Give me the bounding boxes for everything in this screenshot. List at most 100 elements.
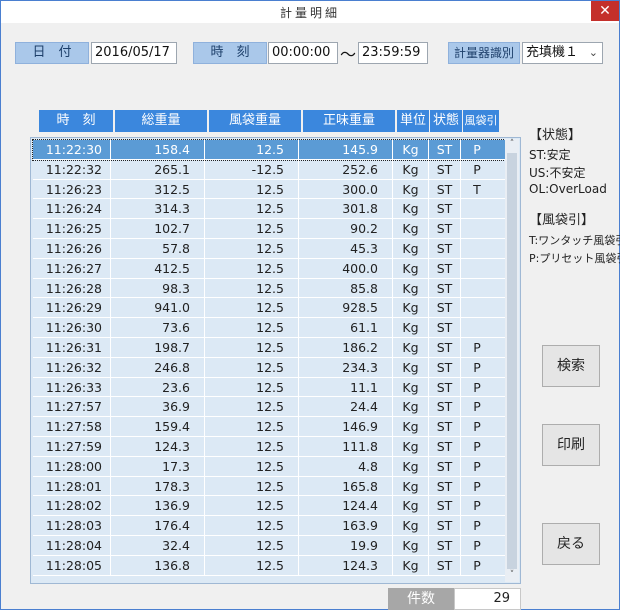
vertical-scrollbar[interactable]: ˄ ˅ [505,139,519,582]
cell-net: 11.1 [299,377,393,397]
cell-unit: Kg [393,377,429,397]
cell-gross: 246.8 [111,357,205,377]
table-row[interactable]: 11:28:04 32.4 12.5 19.9 Kg ST P [33,535,505,556]
cell-unit: Kg [393,140,429,159]
col-header-tare-type[interactable]: 風袋引 [463,110,499,132]
table-row[interactable]: 11:26:25 102.7 12.5 90.2 Kg ST [33,219,505,239]
cell-status: ST [429,337,461,357]
table-row[interactable]: 11:26:23 312.5 12.5 300.0 Kg ST T [33,179,505,200]
tare-legend-title: 【風袋引】 [529,213,595,228]
time-from-field[interactable]: 00:00:00 [268,42,338,64]
cell-net: 124.4 [299,496,393,516]
col-header-tare[interactable]: 風袋重量 [209,110,301,132]
cell-tare-type [461,219,493,238]
detail-window: 計量明細 ✕ 日 付 2016/05/17 時 刻 00:00:00 ～ 23:… [0,0,620,610]
time-to-field[interactable]: 23:59:59 [358,42,428,64]
cell-time: 11:26:31 [33,337,111,357]
cell-status: ST [429,357,461,377]
cell-tare: 12.5 [205,535,299,555]
table-row[interactable]: 11:27:59 124.3 12.5 111.8 Kg ST P [33,436,505,457]
cell-unit: Kg [393,417,429,436]
cell-time: 11:28:05 [33,555,111,575]
col-header-status[interactable]: 状態 [430,110,462,132]
cell-gross: 136.9 [111,496,205,516]
table-row[interactable]: 11:26:30 73.6 12.5 61.1 Kg ST [33,318,505,338]
cell-status: ST [429,436,461,456]
cell-tare-type: P [473,498,481,514]
tare-legend-item: P:プリセット風袋引 [529,252,620,265]
back-button[interactable]: 戻る [542,523,600,565]
scroll-thumb[interactable] [507,153,517,569]
machine-label: 計量器識別 [448,42,520,64]
status-legend-title: 【状態】 [529,128,582,143]
cell-unit: Kg [393,456,429,476]
print-button[interactable]: 印刷 [542,424,600,466]
cell-gross: 23.6 [111,377,205,397]
table-row[interactable]: 11:26:29 941.0 12.5 928.5 Kg ST [33,298,505,319]
cell-time: 11:27:58 [33,417,111,436]
cell-gross: 73.6 [111,318,205,337]
table-row[interactable]: 11:26:33 23.6 12.5 11.1 Kg ST P [33,377,505,398]
cell-time: 11:28:03 [33,516,111,535]
cell-status: ST [429,159,461,179]
cell-tare-type: P [473,557,481,573]
table-row[interactable]: 11:28:03 176.4 12.5 163.9 Kg ST P [33,516,505,536]
cell-time: 11:26:25 [33,219,111,238]
cell-gross: 198.7 [111,337,205,357]
cell-tare: 12.5 [205,516,299,535]
table-row[interactable]: 11:26:32 246.8 12.5 234.3 Kg ST P [33,357,505,378]
cell-tare: 12.5 [205,417,299,436]
cell-gross: 176.4 [111,516,205,535]
table-row[interactable]: 11:28:05 136.8 12.5 124.3 Kg ST P [33,555,505,576]
table-row[interactable]: 11:22:30 158.4 12.5 145.9 Kg ST P [32,139,506,161]
range-tilde: ～ [340,45,357,64]
cell-tare-type [461,318,493,337]
table-row[interactable]: 11:26:24 314.3 12.5 301.8 Kg ST [33,199,505,220]
weighing-table[interactable]: 11:22:30 158.4 12.5 145.9 Kg ST P 11:22:32 265.1… [30,137,521,584]
cell-net: 163.9 [299,516,393,535]
cell-tare-type [461,199,493,218]
close-button[interactable]: ✕ [591,1,619,21]
cell-net: 145.9 [299,140,393,159]
cell-unit: Kg [393,298,429,318]
client-area: 日 付 2016/05/17 時 刻 00:00:00 ～ 23:59:59 計… [1,23,620,610]
col-header-time[interactable]: 時 刻 [39,110,113,132]
search-button[interactable]: 検索 [542,345,600,387]
cell-status: ST [429,476,461,496]
cell-unit: Kg [393,258,429,278]
table-row[interactable]: 11:27:58 159.4 12.5 146.9 Kg ST P [33,417,505,437]
cell-status: ST [429,278,461,298]
cell-status: ST [429,397,461,417]
cell-unit: Kg [393,318,429,337]
cell-tare-type: P [473,419,481,435]
table-row[interactable]: 11:26:31 198.7 12.5 186.2 Kg ST P [33,337,505,358]
cell-gross: 412.5 [111,258,205,278]
cell-unit: Kg [393,337,429,357]
cell-gross: 314.3 [111,199,205,219]
table-row[interactable]: 11:28:00 17.3 12.5 4.8 Kg ST P [33,456,505,477]
col-header-unit[interactable]: 単位 [397,110,429,132]
cell-unit: Kg [393,555,429,575]
count-value: 29 [454,588,521,610]
scroll-down-icon[interactable]: ˅ [505,570,519,582]
table-row[interactable]: 11:26:27 412.5 12.5 400.0 Kg ST [33,258,505,279]
scroll-up-icon[interactable]: ˄ [505,139,519,151]
cell-tare: -12.5 [205,159,299,179]
table-row[interactable]: 11:22:32 265.1 -12.5 252.6 Kg ST P [33,159,505,180]
cell-tare: 12.5 [205,179,299,199]
table-row[interactable]: 11:28:01 178.3 12.5 165.8 Kg ST P [33,476,505,497]
cell-unit: Kg [393,238,429,258]
col-header-gross[interactable]: 総重量 [115,110,207,132]
col-header-net[interactable]: 正味重量 [303,110,395,132]
cell-net: 24.4 [299,397,393,417]
machine-select[interactable]: 充填機１ ⌄ [522,42,603,64]
table-row[interactable]: 11:26:28 98.3 12.5 85.8 Kg ST [33,278,505,299]
cell-tare: 12.5 [205,456,299,476]
date-field[interactable]: 2016/05/17 [91,42,177,64]
table-row[interactable]: 11:26:26 57.8 12.5 45.3 Kg ST [33,238,505,259]
table-row[interactable]: 11:28:02 136.9 12.5 124.4 Kg ST P [33,496,505,517]
title-bar: 計量明細 ✕ [1,1,619,23]
cell-unit: Kg [393,159,429,179]
window-title: 計量明細 [279,6,340,20]
table-row[interactable]: 11:27:57 36.9 12.5 24.4 Kg ST P [33,397,505,418]
